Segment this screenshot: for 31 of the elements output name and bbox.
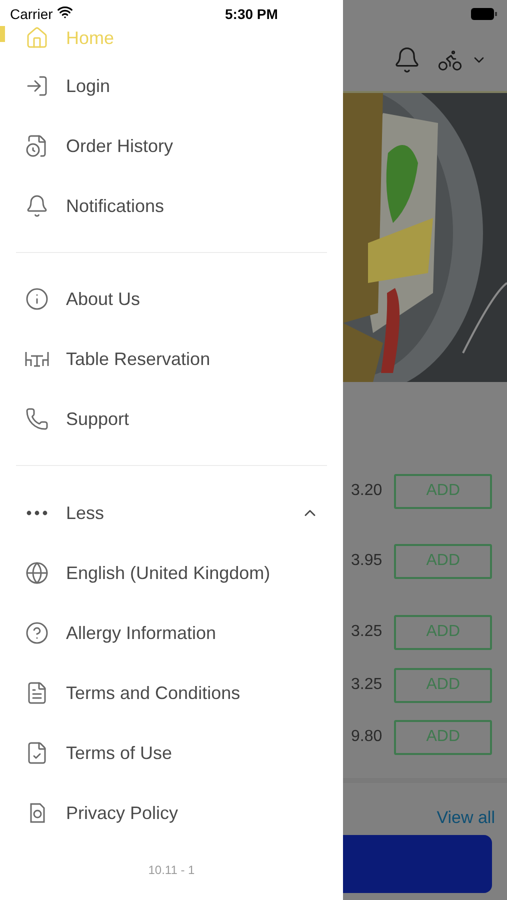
menu-item[interactable]: Terms of Use xyxy=(0,723,343,783)
menu-item[interactable]: About Us xyxy=(0,269,343,329)
price: 3.25 xyxy=(351,675,382,695)
battery-icon xyxy=(471,8,497,20)
wifi-icon xyxy=(56,4,73,20)
info-icon xyxy=(25,287,49,311)
menu-item[interactable]: Privacy Policy xyxy=(0,783,343,843)
login-icon xyxy=(25,74,49,98)
document-clock-icon xyxy=(25,134,49,158)
menu-item[interactable]: Allergy Information xyxy=(0,603,343,663)
more-icon xyxy=(26,510,48,516)
price: 3.25 xyxy=(351,622,382,642)
menu-item[interactable]: Order History xyxy=(0,116,343,176)
house-icon xyxy=(25,26,49,50)
less-toggle[interactable]: Less xyxy=(0,483,343,543)
price: 3.95 xyxy=(351,551,382,571)
version-label: 10.11 - 1 xyxy=(148,862,195,879)
price: 3.20 xyxy=(351,481,382,501)
menu-item[interactable]: Terms and Conditions xyxy=(0,663,343,723)
price: 9.80 xyxy=(351,727,382,747)
bell-icon[interactable] xyxy=(393,46,421,74)
phone-icon xyxy=(25,407,49,431)
help-icon xyxy=(25,621,49,645)
globe-icon xyxy=(25,561,49,585)
bell-icon xyxy=(25,194,49,218)
selection-bar xyxy=(0,26,5,42)
menu-item[interactable]: Table Reservation xyxy=(0,329,343,389)
menu-item[interactable]: Login xyxy=(0,56,343,116)
menu-item[interactable]: English (United Kingdom) xyxy=(0,543,343,603)
menu-item[interactable]: Notifications xyxy=(0,176,343,236)
menu-item[interactable]: Support xyxy=(0,389,343,449)
